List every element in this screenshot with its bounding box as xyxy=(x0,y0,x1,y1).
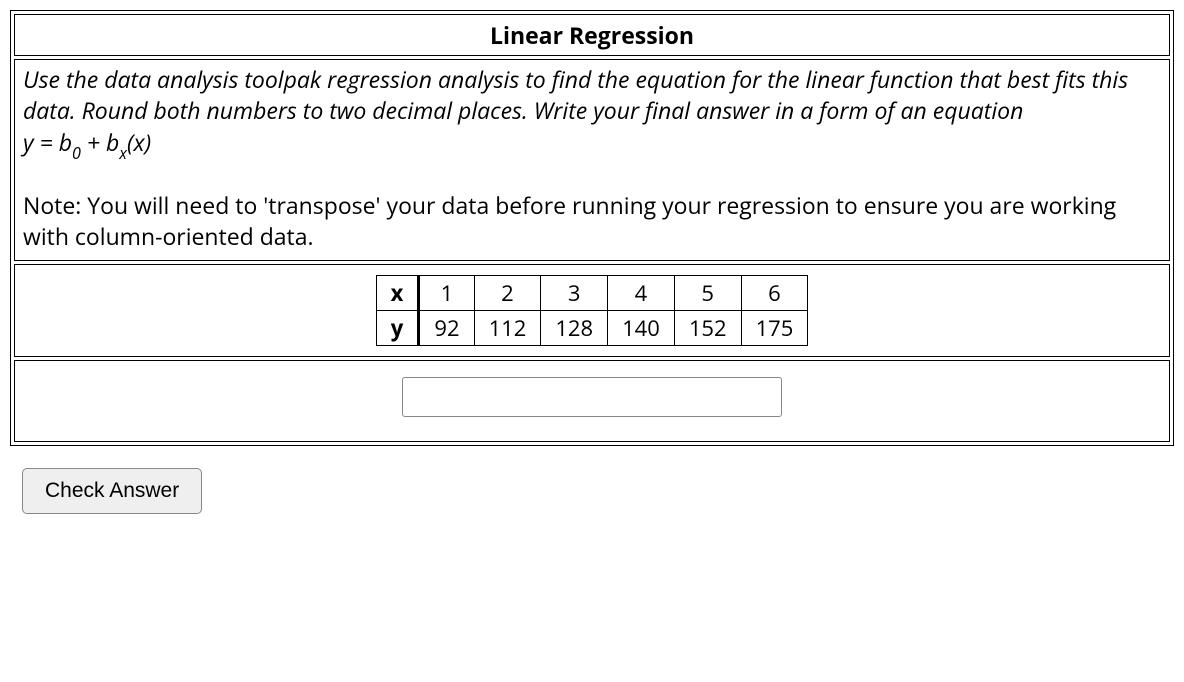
equation-template: y = b0 + bx(x) xyxy=(23,126,1161,162)
eq-prefix: y = b xyxy=(23,126,72,158)
check-answer-button[interactable]: Check Answer xyxy=(22,468,202,514)
data-table-container: x 1 2 3 4 5 6 y 92 112 128 140 152 175 xyxy=(14,264,1170,357)
answer-input[interactable] xyxy=(402,377,782,417)
eq-sub-0: 0 xyxy=(72,142,81,164)
question-title: Linear Regression xyxy=(14,14,1170,56)
table-cell: 175 xyxy=(741,311,808,346)
table-cell: 1 xyxy=(419,276,474,311)
table-cell: 128 xyxy=(541,311,608,346)
table-cell: 152 xyxy=(674,311,741,346)
table-row: y 92 112 128 140 152 175 xyxy=(376,311,808,346)
question-body: Use the data analysis toolpak regression… xyxy=(14,59,1170,261)
data-table: x 1 2 3 4 5 6 y 92 112 128 140 152 175 xyxy=(376,275,809,346)
table-cell: 2 xyxy=(474,276,541,311)
instructions-text: Use the data analysis toolpak regression… xyxy=(23,64,1161,126)
table-cell: 92 xyxy=(419,311,474,346)
table-cell: 140 xyxy=(608,311,675,346)
table-cell: 3 xyxy=(541,276,608,311)
question-container: Linear Regression Use the data analysis … xyxy=(10,10,1174,446)
answer-container xyxy=(14,360,1170,442)
table-cell: 5 xyxy=(674,276,741,311)
row-label: y xyxy=(376,311,419,346)
row-label: x xyxy=(376,276,419,311)
table-cell: 4 xyxy=(608,276,675,311)
table-cell: 6 xyxy=(741,276,808,311)
table-row: x 1 2 3 4 5 6 xyxy=(376,276,808,311)
table-cell: 112 xyxy=(474,311,541,346)
eq-sub-x: x xyxy=(119,142,127,164)
note-text: Note: You will need to 'transpose' your … xyxy=(23,190,1161,252)
eq-mid: + b xyxy=(81,126,119,158)
eq-suffix: (x) xyxy=(127,126,151,158)
